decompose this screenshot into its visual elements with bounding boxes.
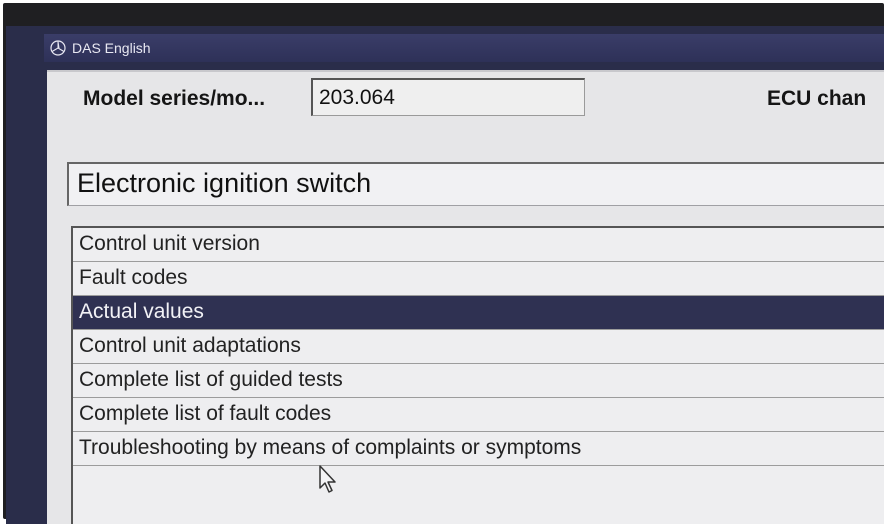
window-title: DAS English	[72, 40, 151, 56]
mouse-pointer-icon	[319, 465, 336, 493]
model-row: Model series/mo... 203.064 ECU chan	[47, 72, 884, 124]
das-main-panel: Model series/mo... 203.064 ECU chan Elec…	[47, 70, 884, 524]
menu-item-actual-values[interactable]: Actual values	[73, 296, 884, 330]
screen: DAS English Model series/mo... 203.064 E…	[6, 26, 884, 524]
function-menu: Control unit version Fault codes Actual …	[71, 226, 884, 524]
menu-item-control-unit-adaptations[interactable]: Control unit adaptations	[73, 330, 884, 364]
menu-item-guided-tests[interactable]: Complete list of guided tests	[73, 364, 884, 398]
mercedes-star-icon	[50, 40, 66, 56]
control-unit-title: Electronic ignition switch	[67, 162, 884, 206]
model-series-label: Model series/mo...	[83, 87, 266, 110]
ecu-change-label: ECU chan	[767, 87, 867, 110]
menu-item-fault-codes[interactable]: Fault codes	[73, 262, 884, 296]
menu-item-troubleshooting[interactable]: Troubleshooting by means of complaints o…	[73, 432, 884, 466]
menu-item-complete-fault-codes[interactable]: Complete list of fault codes	[73, 398, 884, 432]
window-titlebar: DAS English	[44, 34, 884, 62]
model-series-field[interactable]: 203.064	[311, 78, 585, 116]
menu-item-control-unit-version[interactable]: Control unit version	[73, 228, 884, 262]
